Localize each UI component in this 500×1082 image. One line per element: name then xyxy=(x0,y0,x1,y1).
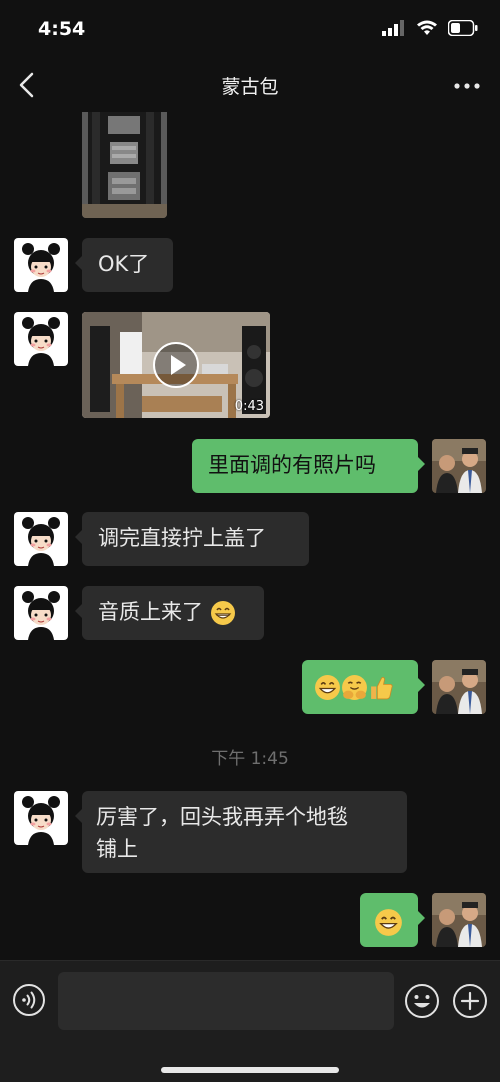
image-message[interactable] xyxy=(82,112,167,218)
voice-icon xyxy=(13,984,45,1016)
emoji-icon xyxy=(405,984,439,1018)
message-text: OK了 xyxy=(98,252,150,276)
video-message[interactable]: 0:43 xyxy=(82,312,270,418)
grin-emoji xyxy=(210,601,235,625)
more-dots-icon xyxy=(454,83,480,89)
wifi-icon xyxy=(417,20,437,35)
girl-avatar xyxy=(14,238,68,292)
timestamp: 下午 1:45 xyxy=(211,749,289,769)
more-button[interactable] xyxy=(452,72,482,100)
avatar-contact[interactable] xyxy=(14,586,68,640)
user-photo-avatar xyxy=(432,893,486,947)
message-text: 音质上来了 xyxy=(98,600,203,624)
message-bubble[interactable]: 调完直接拧上盖了 xyxy=(75,512,309,566)
girl-avatar xyxy=(14,586,68,640)
message-text: 调完直接拧上盖了 xyxy=(98,526,266,550)
avatar-self[interactable] xyxy=(432,893,486,947)
plus-button[interactable] xyxy=(452,983,488,1019)
status-icons xyxy=(382,20,478,36)
message-text-line: 铺上 xyxy=(96,837,138,861)
avatar-contact[interactable] xyxy=(14,238,68,292)
play-icon[interactable] xyxy=(151,340,201,390)
message-bubble[interactable] xyxy=(360,893,425,947)
avatar-contact[interactable] xyxy=(14,312,68,366)
signal-icon xyxy=(382,20,404,36)
plus-icon xyxy=(453,984,487,1018)
message-bubble[interactable]: 音质上来了 xyxy=(75,586,264,640)
message-bubble[interactable]: OK了 xyxy=(75,238,173,292)
user-photo-avatar xyxy=(432,439,486,493)
emoji-button[interactable] xyxy=(404,983,440,1019)
grin-emoji xyxy=(375,908,402,936)
chat-title: 蒙古包 xyxy=(221,76,279,98)
user-photo-avatar xyxy=(432,660,486,714)
girl-avatar xyxy=(14,312,68,366)
status-bar: 4:54 xyxy=(0,0,500,60)
message-text: 里面调的有照片吗 xyxy=(208,453,376,477)
nav-bar: 蒙古包 xyxy=(0,60,500,112)
hug-emoji xyxy=(342,674,367,700)
amplifier-photo xyxy=(82,112,167,218)
message-bubble[interactable]: 厉害了，回头我再弄个地毯 铺上 xyxy=(75,791,407,873)
chat-area[interactable]: OK了 0:43 里面调的有照片吗 调完直接拧上盖了 音质上来了 下午 1:45… xyxy=(0,112,500,960)
grin-emoji xyxy=(315,674,340,700)
video-duration: 0:43 xyxy=(234,399,264,414)
battery-icon xyxy=(448,20,478,36)
message-bubble[interactable] xyxy=(302,660,425,714)
home-indicator[interactable] xyxy=(161,1067,339,1073)
status-time: 4:54 xyxy=(38,18,86,40)
girl-avatar xyxy=(14,512,68,566)
voice-button[interactable] xyxy=(12,983,46,1017)
avatar-self[interactable] xyxy=(432,660,486,714)
thumbs-up-emoji xyxy=(371,676,393,699)
avatar-contact[interactable] xyxy=(14,512,68,566)
girl-avatar xyxy=(14,791,68,845)
message-input[interactable] xyxy=(58,972,394,1030)
message-text-line: 厉害了，回头我再弄个地毯 xyxy=(96,805,348,829)
avatar-self[interactable] xyxy=(432,439,486,493)
message-bubble[interactable]: 里面调的有照片吗 xyxy=(192,439,425,493)
input-bar xyxy=(0,960,500,1082)
avatar-contact[interactable] xyxy=(14,791,68,845)
